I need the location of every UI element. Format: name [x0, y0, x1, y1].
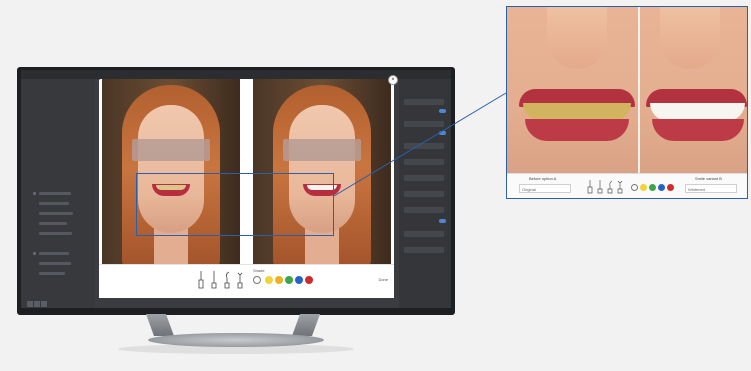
zoom-after-photo: [640, 7, 747, 173]
zoom-panel: Before option A Original Smile variant B…: [506, 6, 748, 199]
swatch-blue[interactable]: [658, 184, 665, 191]
left-select-label: Before option A: [529, 176, 557, 181]
zoom-before-photo: [507, 7, 638, 173]
zoom-toolbar: Before option A Original Smile variant B…: [507, 173, 747, 198]
hook-icon[interactable]: [607, 179, 613, 195]
smile-icon[interactable]: [617, 179, 623, 195]
swatch-yellow[interactable]: [640, 184, 647, 191]
pen-icon[interactable]: [597, 179, 603, 195]
swatch-green[interactable]: [649, 184, 656, 191]
stand-base: [148, 333, 324, 347]
shade-dial-icon[interactable]: [631, 184, 638, 191]
left-select[interactable]: Original: [519, 184, 571, 193]
swatch-red[interactable]: [667, 184, 674, 191]
right-select[interactable]: Whitened: [685, 184, 737, 193]
right-select-label: Smile variant B: [695, 176, 722, 181]
brush-icon[interactable]: [587, 179, 593, 195]
